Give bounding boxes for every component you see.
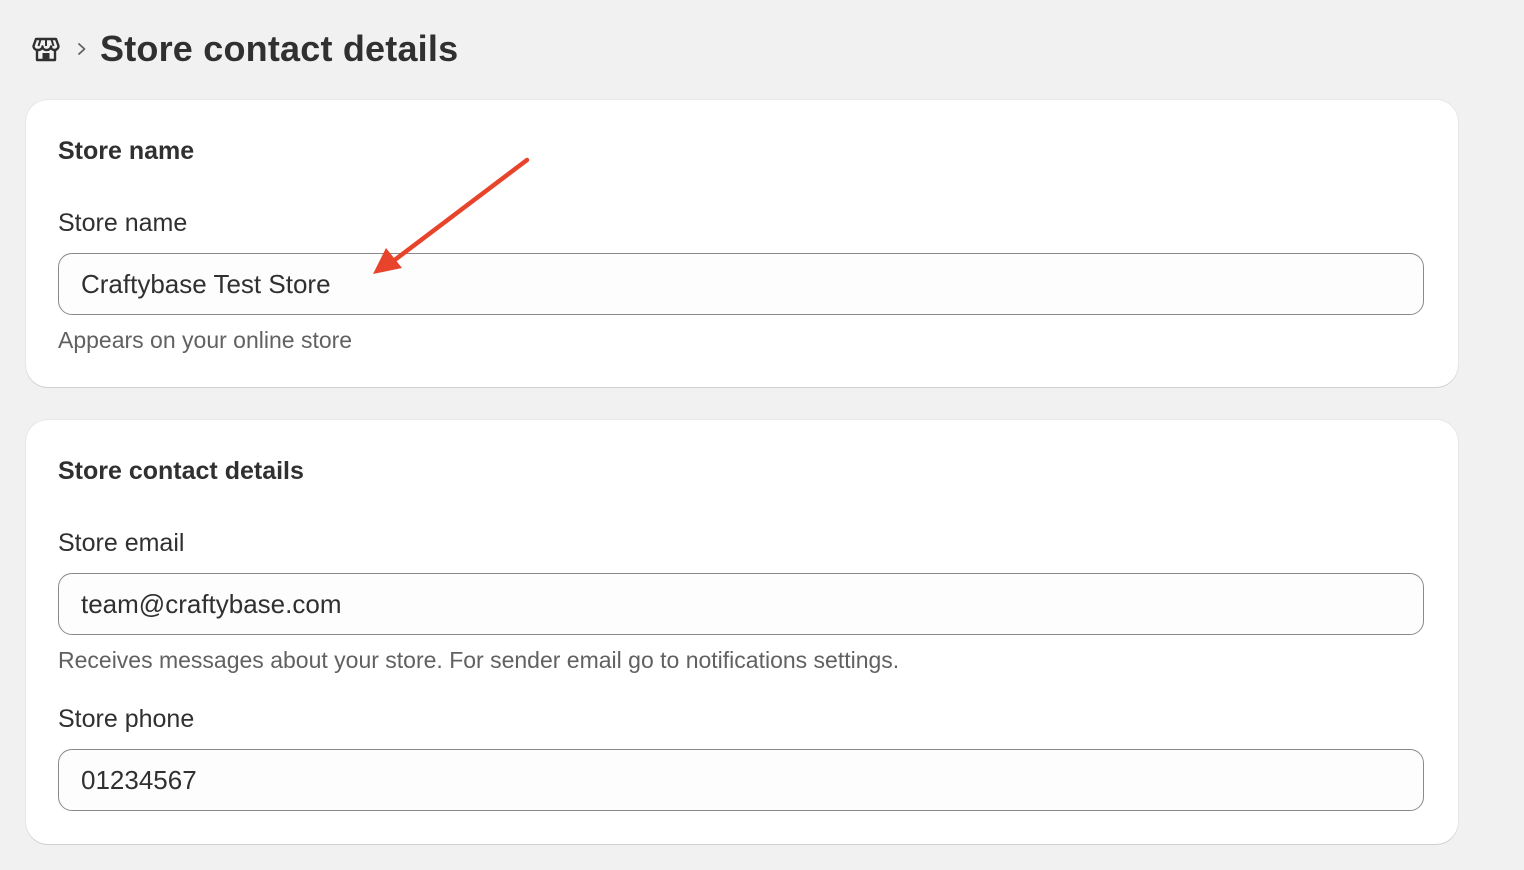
store-email-input[interactable] <box>58 573 1424 635</box>
store-contact-card: Store contact details Store email Receiv… <box>26 420 1458 844</box>
store-phone-input[interactable] <box>58 749 1424 811</box>
breadcrumb: Store contact details <box>30 28 458 70</box>
store-phone-label: Store phone <box>58 705 195 733</box>
store-name-help-text: Appears on your online store <box>58 327 353 353</box>
store-name-label: Store name <box>58 209 188 237</box>
store-icon[interactable] <box>30 33 62 65</box>
store-email-help-text: Receives messages about your store. For … <box>58 647 900 673</box>
store-name-card: Store name Store name Appears on your on… <box>26 100 1458 387</box>
chevron-right-icon <box>76 41 88 57</box>
store-name-input[interactable] <box>58 253 1424 315</box>
store-email-label: Store email <box>58 529 185 557</box>
page-title: Store contact details <box>100 28 459 69</box>
card-title: Store contact details <box>58 457 304 485</box>
card-title: Store name <box>58 137 195 165</box>
